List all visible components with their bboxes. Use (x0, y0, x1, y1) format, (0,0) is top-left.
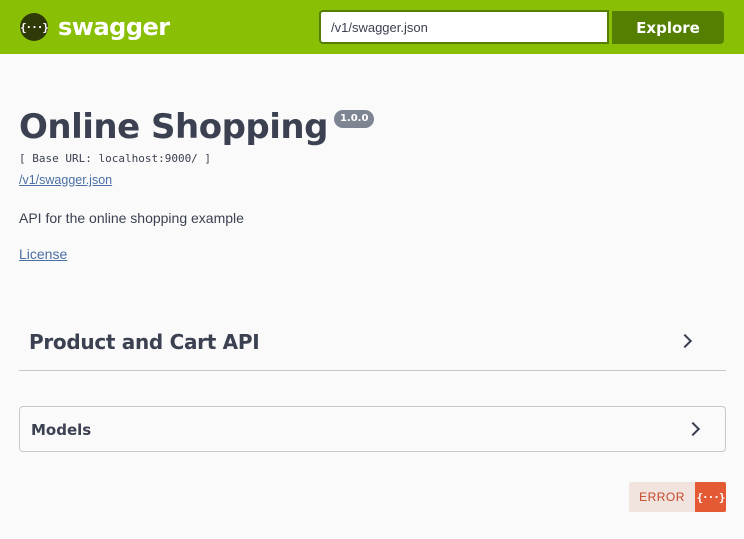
page-title: Online Shopping (19, 107, 328, 147)
api-title-row: Online Shopping 1.0.0 (19, 104, 375, 150)
tag-title: Product and Cart API (29, 330, 260, 354)
spec-link[interactable]: /v1/swagger.json (19, 173, 112, 187)
chevron-right-icon (677, 333, 693, 349)
api-description: API for the online shopping example (19, 210, 244, 226)
tag-section-product-and-cart[interactable]: Product and Cart API (19, 314, 726, 371)
models-section[interactable]: Models (19, 406, 726, 452)
validator-error-label: ERROR (629, 482, 695, 512)
validator-icon: {···} (695, 482, 726, 512)
spec-url-input[interactable] (319, 10, 609, 44)
validator-badge[interactable]: ERROR {···} (629, 482, 726, 512)
base-url: [ Base URL: localhost:9000/ ] (19, 152, 212, 165)
license-link[interactable]: License (19, 246, 67, 262)
models-title: Models (31, 421, 92, 439)
topbar: {···} swagger Explore (0, 0, 744, 54)
chevron-right-icon (685, 421, 701, 437)
explore-button[interactable]: Explore (612, 11, 724, 44)
version-badge: 1.0.0 (333, 110, 375, 128)
swagger-logo-icon: {···} (20, 13, 49, 41)
swagger-logo[interactable]: {···} swagger (20, 13, 170, 41)
swagger-logo-text: swagger (58, 13, 170, 41)
